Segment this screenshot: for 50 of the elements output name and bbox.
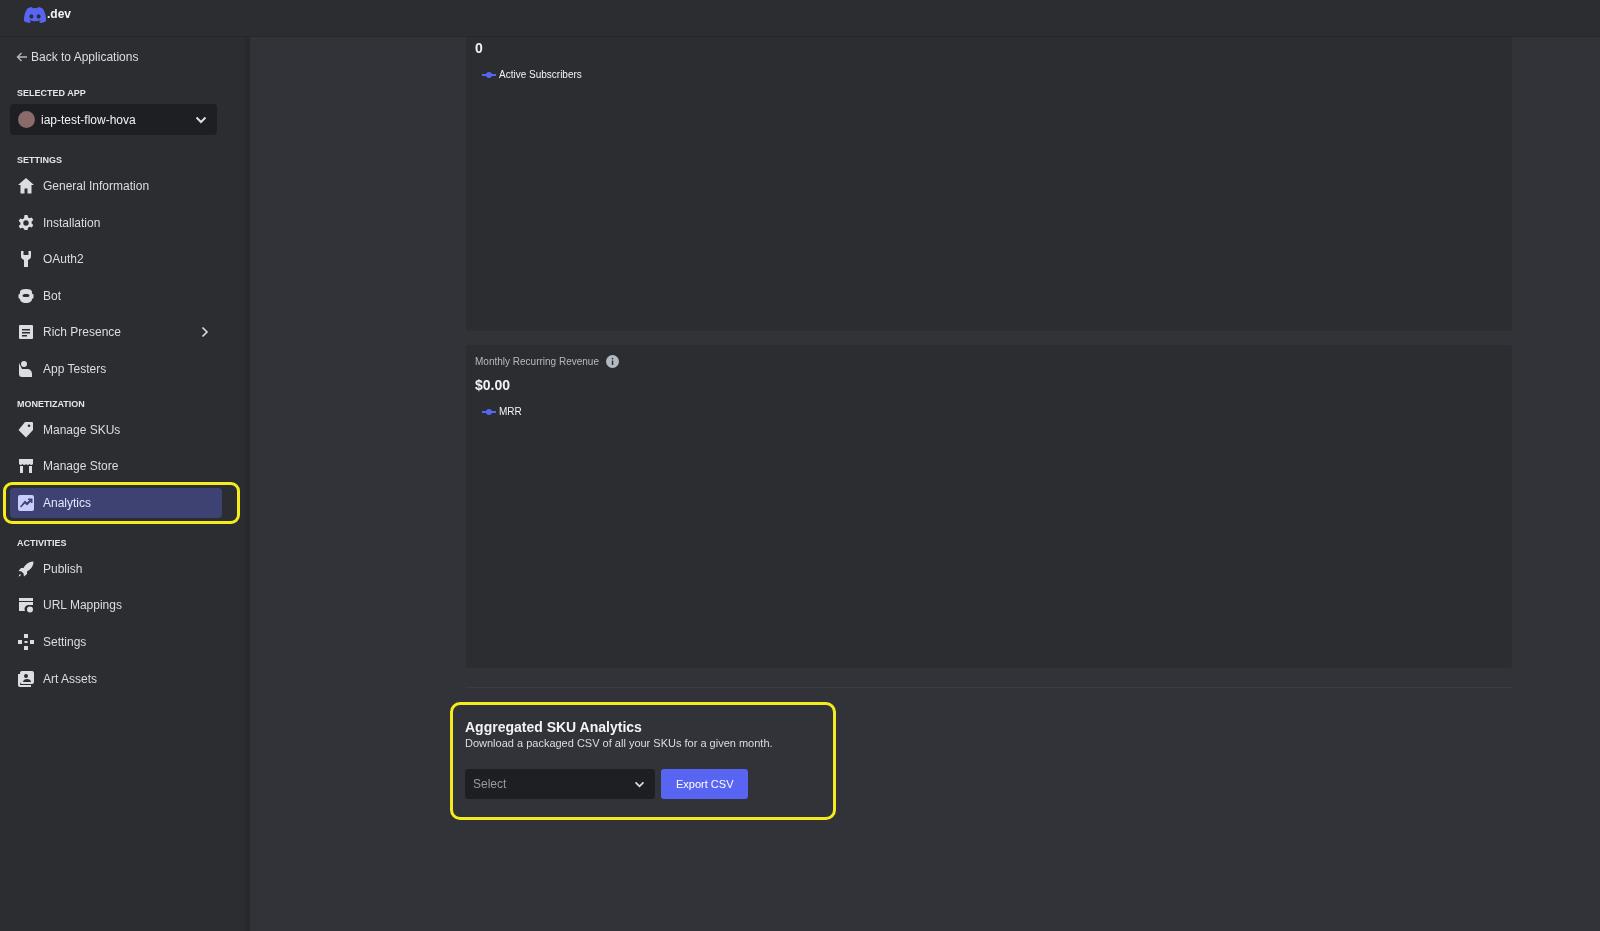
controller-logo-icon (24, 7, 46, 23)
chart-title: Monthly Recurring Revenue (475, 356, 599, 367)
legend-line-icon (482, 407, 496, 416)
sidebar-item[interactable]: Manage SKUs (10, 414, 217, 445)
info-icon[interactable] (605, 355, 619, 368)
sidebar-item[interactable]: Analytics (10, 487, 222, 518)
robot-icon (17, 286, 35, 305)
nodes-icon (17, 632, 35, 651)
rocket-icon (17, 559, 35, 578)
sidebar-item[interactable]: Publish (10, 553, 217, 584)
back-link[interactable]: Back to Applications (10, 46, 217, 68)
export-csv-button[interactable]: Export CSV (661, 769, 749, 799)
legend-line-icon (482, 70, 496, 79)
legend-label: MRR (499, 406, 522, 417)
sidebar-item[interactable]: Art Assets (10, 663, 217, 694)
sidebar-item[interactable]: Bot (10, 280, 217, 311)
section-title: Aggregated SKU Analytics (465, 719, 643, 735)
logo-text: .dev (47, 7, 71, 21)
section-description: Download a packaged CSV of all your SKUs for a given month. (465, 737, 773, 749)
app-avatar-icon (18, 111, 35, 128)
sidebar-item[interactable]: Settings (10, 626, 217, 657)
sidebar-item[interactable]: OAuth2 (10, 244, 217, 275)
sidebar-item[interactable]: General Information (10, 171, 217, 201)
chevron-down-icon (634, 780, 645, 788)
sidebar-item[interactable]: URL Mappings (10, 590, 217, 621)
chevron-down-icon (195, 115, 207, 124)
sidebar-item[interactable]: Installation (10, 207, 217, 238)
section-heading: MONETIZATION (16, 398, 86, 409)
sidebar-item[interactable]: App Testers (10, 353, 217, 384)
person-icon (17, 359, 35, 378)
section-heading: SELECTED APP (16, 88, 87, 98)
document-icon (17, 323, 35, 342)
app-dropdown[interactable]: iap-test-flow-hova (10, 104, 217, 135)
metric-value: 0 (475, 40, 484, 56)
storefront-icon (17, 457, 35, 476)
month-select[interactable]: Select (465, 769, 655, 799)
sidebar-item[interactable]: Manage Store (10, 451, 217, 482)
gear-icon (17, 213, 35, 232)
browser-link-icon (17, 596, 35, 615)
home-icon (17, 177, 35, 195)
image-icon (17, 669, 35, 688)
sidebar-item[interactable]: Rich Presence (10, 317, 217, 348)
legend-label: Active Subscribers (499, 69, 582, 80)
chevron-right-icon (201, 326, 209, 339)
section-heading: SETTINGS (16, 155, 63, 165)
tag-icon (17, 420, 35, 439)
metric-value: $0.00 (475, 377, 512, 393)
left-arrow-icon (16, 51, 28, 63)
section-heading: ACTIVITIES (16, 537, 68, 548)
chart-icon (17, 493, 35, 512)
